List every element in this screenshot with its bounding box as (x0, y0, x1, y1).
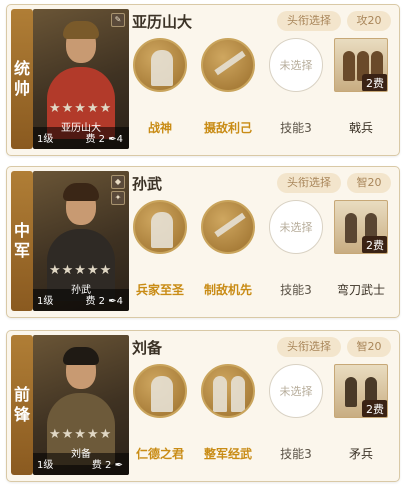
role-label: 中军 (13, 221, 30, 260)
skill-label-1: 仁德之君 (135, 447, 184, 461)
troop-cost-badge: 2费 (362, 400, 387, 417)
star-rating: ★★★★★ (49, 101, 113, 116)
hero-level: 1级 (37, 460, 54, 471)
skill-label-2: 摄敌利己 (203, 121, 252, 135)
shield-icon: ◆ (111, 175, 125, 189)
skill-label-2: 制敌机先 (203, 283, 252, 297)
title-select-button[interactable]: 头衔选择 (277, 337, 341, 357)
hero-card-1[interactable]: 统帅 ✎ ★★★★★ 亚历山大 1级 费 2 ✒4 亚历山大 头衔选择 攻20 … (6, 4, 400, 156)
skill-label-1: 兵家至圣 (135, 283, 184, 297)
soldier-icon (345, 377, 357, 407)
hero-cost: 费 2 ✒4 (85, 296, 124, 307)
troop-cost-badge: 2费 (362, 74, 387, 91)
skill-slot-3[interactable]: 未选择 (269, 38, 323, 92)
skill-icon-warrior (151, 50, 173, 86)
skill-icon-crossed-blades (214, 212, 246, 238)
title-select-button[interactable]: 头衔选择 (277, 173, 341, 193)
skill-icon-soldiers (231, 376, 245, 412)
hero-cost: 费 2 ✒ (91, 460, 123, 471)
skill-label-1: 战神 (147, 121, 172, 135)
troop-slot[interactable]: 2费 (334, 200, 388, 254)
skill-empty-text: 未选择 (279, 385, 313, 398)
skill-icon-lord (151, 376, 173, 412)
skill-slot-2[interactable] (201, 364, 255, 418)
skill-slot-2[interactable] (201, 200, 255, 254)
soldier-icon (343, 51, 355, 81)
skill-empty-text: 未选择 (279, 221, 313, 234)
feather-icon: ✒ (108, 134, 117, 145)
attribute-badge: 攻20 (347, 11, 391, 31)
portrait-hair (63, 347, 99, 365)
hero-card-3[interactable]: 前锋 ★★★★★ 刘备 1级 费 2 ✒ 刘备 头衔选择 智20 仁德之君 整军… (6, 330, 400, 482)
skill-icon-blades (214, 50, 246, 76)
skill-icon-soldiers (213, 376, 227, 412)
role-label: 前锋 (13, 385, 30, 424)
skill-icon-strategist (151, 212, 173, 248)
hero-level: 1级 (37, 134, 54, 145)
hero-name: 亚历山大 (132, 13, 193, 31)
role-strip: 前锋 (11, 335, 33, 475)
skill-slot-3[interactable]: 未选择 (269, 200, 323, 254)
hero-name: 刘备 (132, 339, 163, 357)
role-strip: 统帅 (11, 9, 33, 149)
troop-cost-badge: 2费 (362, 236, 387, 253)
sword-icon: ✦ (111, 191, 125, 205)
hero-level: 1级 (37, 296, 54, 307)
troop-slot[interactable]: 2费 (334, 364, 388, 418)
hero-portrait[interactable]: ◆ ✦ ★★★★★ 孙武 1级 费 2 ✒4 (33, 171, 129, 311)
attribute-badge: 智20 (347, 173, 391, 193)
skill-slot-1[interactable] (133, 38, 187, 92)
star-rating: ★★★★★ (49, 427, 113, 442)
skill-label-2: 整军经武 (203, 447, 252, 461)
skill-slot-1[interactable] (133, 364, 187, 418)
role-strip: 中军 (11, 171, 33, 311)
title-select-button[interactable]: 头衔选择 (277, 11, 341, 31)
hero-portrait[interactable]: ★★★★★ 刘备 1级 费 2 ✒ (33, 335, 129, 475)
attribute-badge: 智20 (347, 337, 391, 357)
hero-card-2[interactable]: 中军 ◆ ✦ ★★★★★ 孙武 1级 费 2 ✒4 孙武 头衔选择 智20 兵家… (6, 166, 400, 318)
role-label: 统帅 (13, 59, 30, 98)
hero-name: 孙武 (132, 175, 163, 193)
troop-name: 矛兵 (348, 447, 373, 461)
hero-cost: 费 2 ✒4 (85, 134, 124, 145)
skill-slot-3[interactable]: 未选择 (269, 364, 323, 418)
edit-icon[interactable]: ✎ (111, 13, 125, 27)
hero-portrait[interactable]: ✎ ★★★★★ 亚历山大 1级 费 2 ✒4 (33, 9, 129, 149)
portrait-hair (63, 183, 99, 201)
feather-icon: ✒ (108, 296, 117, 307)
skill-slot-2[interactable] (201, 38, 255, 92)
troop-name: 弯刀武士 (336, 283, 385, 297)
portrait-hair (63, 21, 99, 39)
skill-empty-text: 未选择 (279, 59, 313, 72)
star-rating: ★★★★★ (49, 263, 113, 278)
soldier-icon (345, 213, 357, 243)
skill-slot-1[interactable] (133, 200, 187, 254)
feather-icon: ✒ (114, 460, 123, 471)
troop-name: 戟兵 (348, 121, 373, 135)
troop-slot[interactable]: 2费 (334, 38, 388, 92)
